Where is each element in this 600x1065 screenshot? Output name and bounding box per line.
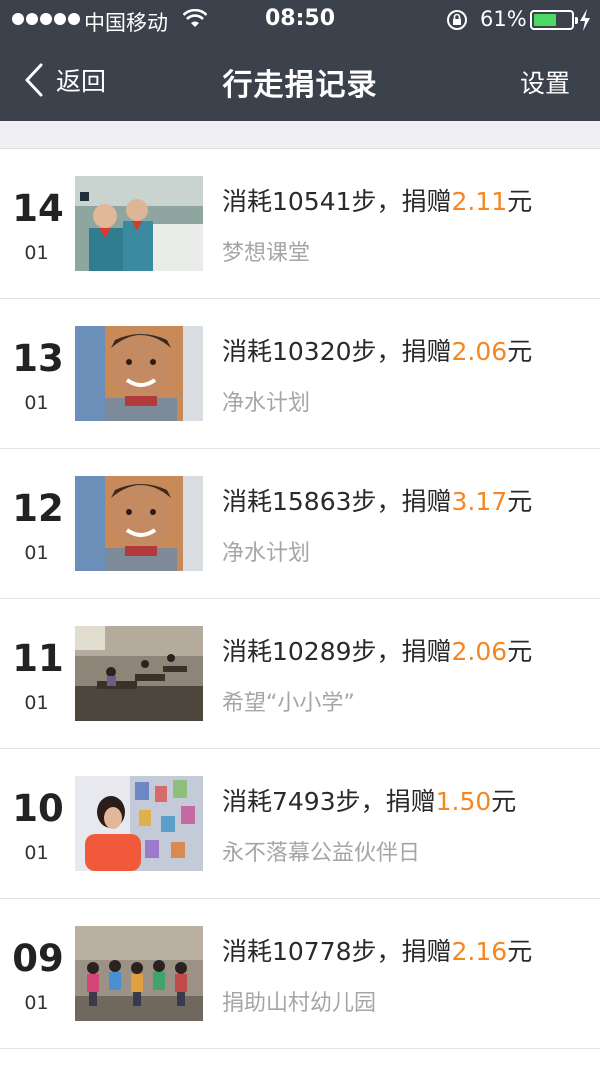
battery-percentage: 61% xyxy=(480,7,527,31)
top-bar: 中国移动 08:50 61% 返回 行走捐记录 设置 xyxy=(0,0,600,121)
donation-amount: 1.50 xyxy=(435,787,492,816)
steps-donation-text: 消耗10289步，捐赠 xyxy=(222,637,452,666)
donation-amount: 2.06 xyxy=(451,337,508,366)
rotation-lock-icon xyxy=(447,10,467,30)
currency-unit: 元 xyxy=(507,937,533,966)
smiling-boy-photo xyxy=(75,476,203,571)
record-day: 13 xyxy=(12,337,64,380)
record-day: 11 xyxy=(12,637,64,680)
currency-unit: 元 xyxy=(507,337,533,366)
record-day: 10 xyxy=(12,787,64,830)
record-row-12[interactable]: 12 01 消耗15863步，捐赠3.17元 净水计划 xyxy=(0,449,600,599)
donation-amount: 2.06 xyxy=(451,637,508,666)
settings-button[interactable]: 设置 xyxy=(520,64,570,100)
record-row-14[interactable]: 14 01 消耗10541步，捐赠2.11元 梦想课堂 xyxy=(0,149,600,299)
record-month: 01 xyxy=(24,542,49,564)
record-day: 09 xyxy=(12,937,64,980)
donation-record-list: 14 01 消耗10541步，捐赠2.11元 梦想课堂 13 01 消耗1032… xyxy=(0,149,600,1049)
steps-donation-text: 消耗15863步，捐赠 xyxy=(222,487,452,516)
record-summary: 消耗10289步，捐赠2.06元 xyxy=(222,632,532,668)
steps-donation-text: 消耗10778步，捐赠 xyxy=(222,937,452,966)
project-name: 净水计划 xyxy=(222,541,311,566)
record-row-09[interactable]: 09 01 消耗10778步，捐赠2.16元 捐助山村幼儿园 xyxy=(0,899,600,1049)
steps-donation-text: 消耗10541步，捐赠 xyxy=(222,187,452,216)
donation-amount: 3.17 xyxy=(451,487,508,516)
record-month: 01 xyxy=(24,842,49,864)
donation-amount: 2.11 xyxy=(451,187,508,216)
record-summary: 消耗15863步，捐赠3.17元 xyxy=(222,482,532,518)
currency-unit: 元 xyxy=(507,637,533,666)
record-summary: 消耗7493步，捐赠1.50元 xyxy=(222,782,516,818)
steps-donation-text: 消耗10320步，捐赠 xyxy=(222,337,452,366)
currency-unit: 元 xyxy=(507,487,533,516)
record-month: 01 xyxy=(24,392,49,414)
steps-donation-text: 消耗7493步，捐赠 xyxy=(222,787,436,816)
navigation-bar: 返回 行走捐记录 设置 xyxy=(0,40,600,121)
currency-unit: 元 xyxy=(491,787,517,816)
rural-classroom-photo xyxy=(75,626,203,721)
classroom-kids-photo xyxy=(75,176,203,271)
record-summary: 消耗10320步，捐赠2.06元 xyxy=(222,332,532,368)
smiling-boy-photo xyxy=(75,326,203,421)
project-name: 净水计划 xyxy=(222,391,311,416)
page-title: 行走捐记录 xyxy=(222,68,378,103)
section-gap xyxy=(0,121,600,149)
record-row-10[interactable]: 10 01 消耗7493步，捐赠1.50元 永不落幕公益伙伴日 xyxy=(0,749,600,899)
project-name: 捐助山村幼儿园 xyxy=(222,991,377,1016)
record-month: 01 xyxy=(24,242,49,264)
record-month: 01 xyxy=(24,992,49,1014)
project-name: 希望“小小学” xyxy=(222,691,355,716)
donation-amount: 2.16 xyxy=(451,937,508,966)
record-row-11[interactable]: 11 01 消耗10289步，捐赠2.06元 希望“小小学” xyxy=(0,599,600,749)
battery-icon xyxy=(530,10,578,30)
charging-bolt-icon xyxy=(580,9,590,31)
record-row-13[interactable]: 13 01 消耗10320步，捐赠2.06元 净水计划 xyxy=(0,299,600,449)
record-summary: 消耗10778步，捐赠2.16元 xyxy=(222,932,532,968)
record-month: 01 xyxy=(24,692,49,714)
currency-unit: 元 xyxy=(507,187,533,216)
project-name: 永不落幕公益伙伴日 xyxy=(222,841,421,866)
project-name: 梦想课堂 xyxy=(222,241,311,266)
kindergarten-children-photo xyxy=(75,926,203,1021)
girl-art-wall-photo xyxy=(75,776,203,871)
record-day: 12 xyxy=(12,487,64,530)
record-day: 14 xyxy=(12,187,64,230)
status-bar: 中国移动 08:50 61% xyxy=(0,0,600,40)
record-summary: 消耗10541步，捐赠2.11元 xyxy=(222,182,532,218)
